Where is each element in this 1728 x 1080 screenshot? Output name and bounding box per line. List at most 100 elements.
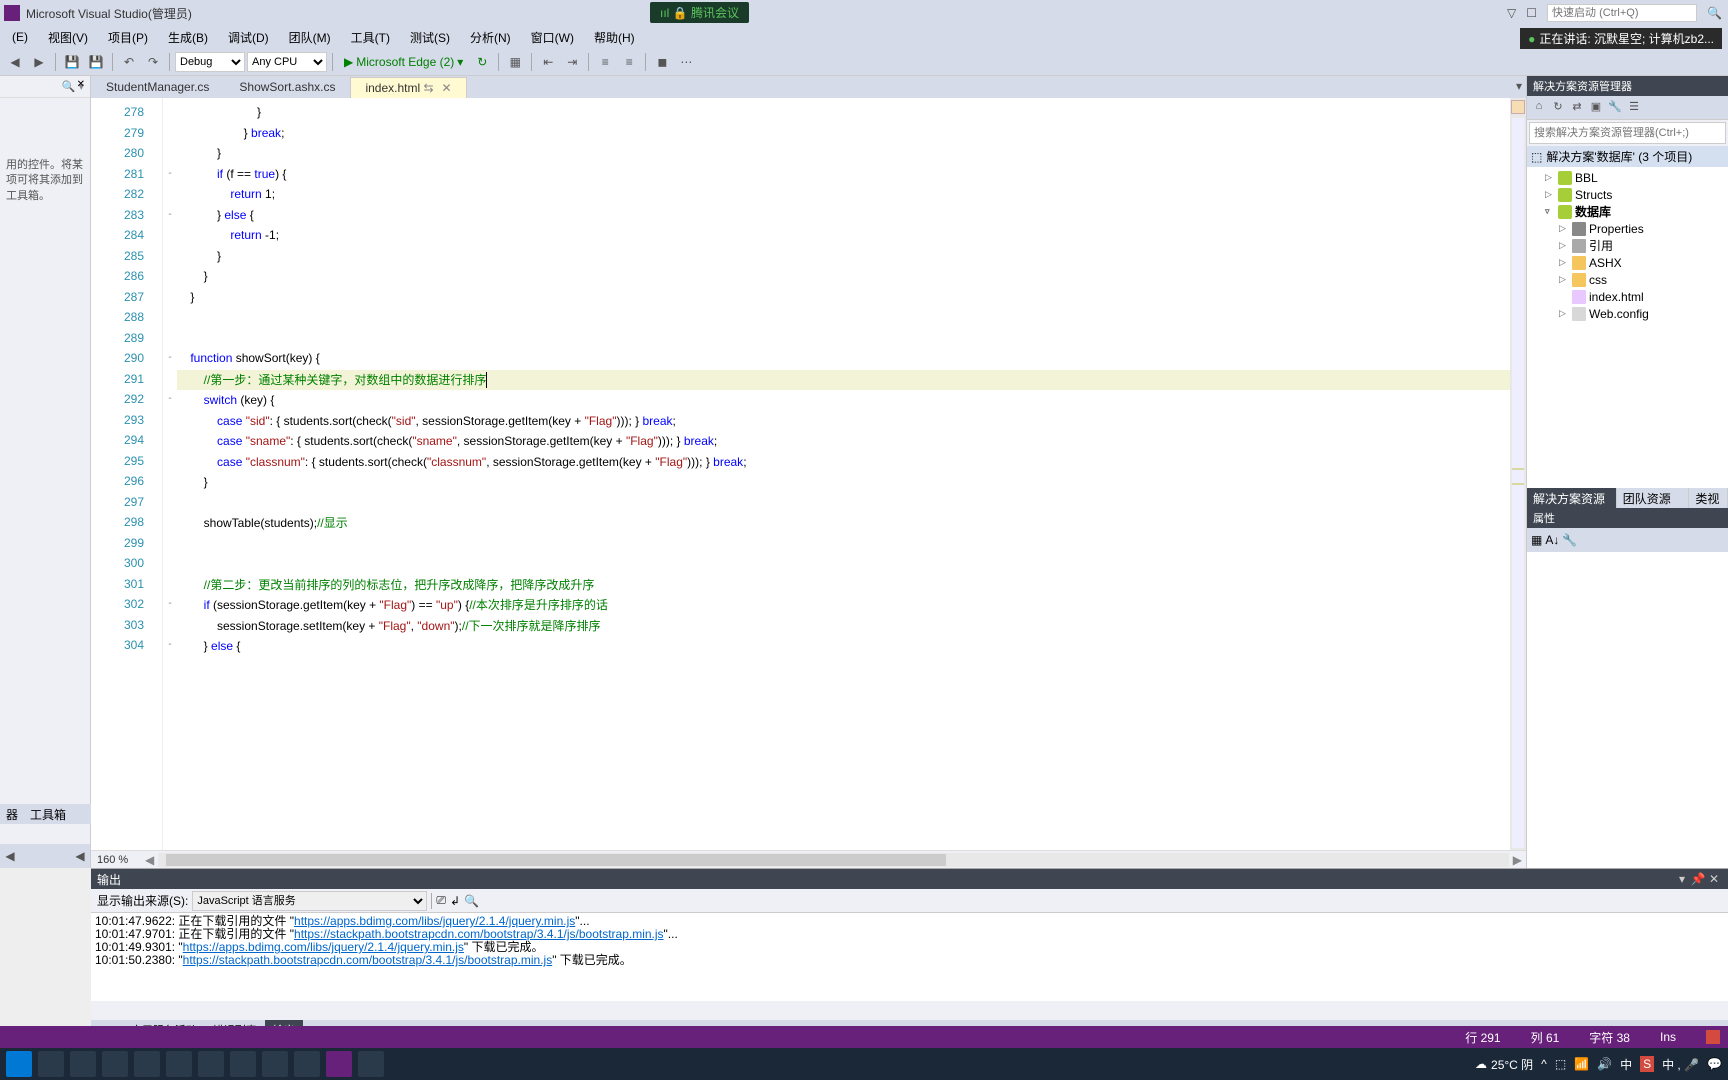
redo-icon[interactable]: ↷ — [142, 51, 164, 73]
start-icon[interactable] — [6, 1051, 32, 1077]
nav-back-icon[interactable]: ◀ — [4, 51, 26, 73]
weather-widget[interactable]: ☁ 25°C 阴 — [1475, 1056, 1533, 1073]
tray-chevron-icon[interactable]: ^ — [1541, 1057, 1547, 1071]
task-icon[interactable] — [102, 1051, 128, 1077]
ime2-icon[interactable]: S — [1640, 1056, 1654, 1072]
menu-item[interactable]: 调试(D) — [220, 27, 277, 48]
fold-gutter[interactable]: ------ — [163, 98, 177, 850]
tree-row[interactable]: ▷Web.config — [1527, 305, 1728, 322]
task-icon[interactable] — [38, 1051, 64, 1077]
menu-item[interactable]: 窗口(W) — [523, 27, 582, 48]
menu-item[interactable]: 工具(T) — [343, 27, 398, 48]
bottom-tab[interactable]: 器 — [0, 804, 24, 824]
task-icon[interactable] — [70, 1051, 96, 1077]
wifi-icon[interactable]: 📶 — [1574, 1057, 1589, 1071]
ime-icon[interactable]: 中 — [1620, 1056, 1632, 1073]
run-button[interactable]: ▶ Microsoft Edge (2) ▾ — [338, 51, 469, 73]
tab-dropdown-icon[interactable]: ▾ — [1516, 79, 1522, 93]
uncomment-icon[interactable]: ≡ — [618, 51, 640, 73]
sync-icon[interactable]: ⇄ — [1569, 100, 1585, 116]
menu-item[interactable]: (E) — [4, 28, 36, 46]
editor-tab[interactable]: StudentManager.cs — [91, 76, 224, 98]
notif-icon[interactable]: 💬 — [1707, 1057, 1722, 1071]
output-body[interactable]: 10:01:47.9622: 正在下载引用的文件 "https://apps.b… — [91, 913, 1728, 1001]
close-icon[interactable]: ✕ — [77, 79, 85, 90]
tool-icon[interactable]: ▦ — [504, 51, 526, 73]
task-icon[interactable] — [134, 1051, 160, 1077]
vertical-scroll-map[interactable] — [1510, 98, 1526, 850]
task-icon[interactable] — [262, 1051, 288, 1077]
nav-fwd-icon[interactable]: ▶ — [28, 51, 50, 73]
panel-tab[interactable]: 类视图 — [1689, 488, 1728, 508]
pin-icon[interactable]: 📌 — [1690, 872, 1706, 886]
status-publish-icon[interactable] — [1706, 1030, 1720, 1044]
code-editor[interactable]: } } break; } if (f == true) { return 1; … — [177, 98, 1510, 850]
wrench-icon[interactable]: 🔧 — [1562, 533, 1577, 547]
solution-search-input[interactable] — [1529, 122, 1726, 144]
menu-item[interactable]: 测试(S) — [402, 27, 458, 48]
undo-icon[interactable]: ↶ — [118, 51, 140, 73]
task-icon[interactable] — [358, 1051, 384, 1077]
search-icon[interactable]: 🔍 — [1707, 6, 1722, 20]
quick-launch-input[interactable] — [1547, 4, 1697, 22]
tab-close-icon[interactable]: ✕ — [442, 81, 452, 95]
menu-item[interactable]: 分析(N) — [462, 27, 519, 48]
tree-row[interactable]: ▷引用 — [1527, 237, 1728, 254]
save-all-icon[interactable]: 💾 — [85, 51, 107, 73]
panel-tab[interactable]: 团队资源管理器 — [1617, 488, 1690, 508]
find-icon[interactable]: 🔍 — [464, 894, 479, 908]
zoom-level[interactable]: 160 % — [91, 854, 141, 866]
editor-tab[interactable]: index.html ⇆✕ — [350, 77, 466, 98]
home-icon[interactable]: ⌂ — [1531, 100, 1547, 116]
tree-row[interactable]: ▷ASHX — [1527, 254, 1728, 271]
ime3-icon[interactable]: 中 , 🎤 — [1662, 1056, 1699, 1073]
task-icon[interactable] — [294, 1051, 320, 1077]
outdent-icon[interactable]: ⇥ — [561, 51, 583, 73]
tree-row[interactable]: ▷css — [1527, 271, 1728, 288]
alpha-icon[interactable]: A↓ — [1545, 533, 1559, 547]
panel-tab[interactable]: 解决方案资源管理器 — [1527, 488, 1617, 508]
horizontal-scrollbar[interactable] — [158, 853, 1509, 867]
solution-tree[interactable]: ▷BBL▷Structs▿数据库▷Properties▷引用▷ASHX▷cssi… — [1527, 167, 1728, 488]
chevron-left-icon[interactable]: ◀ — [0, 849, 20, 863]
tree-row[interactable]: ▿数据库 — [1527, 203, 1728, 220]
menu-item[interactable]: 帮助(H) — [586, 27, 643, 48]
feedback-icon[interactable]: ☐ — [1526, 6, 1537, 20]
dropdown-icon[interactable]: ▾ — [1674, 872, 1690, 886]
categorize-icon[interactable]: ▦ — [1531, 533, 1542, 547]
tree-row[interactable]: ▷Structs — [1527, 186, 1728, 203]
task-icon[interactable] — [230, 1051, 256, 1077]
split-icon[interactable] — [1511, 100, 1525, 114]
tool2-icon[interactable]: ⋯ — [675, 51, 697, 73]
menu-item[interactable]: 生成(B) — [160, 27, 216, 48]
menu-item[interactable]: 视图(V) — [40, 27, 96, 48]
save-icon[interactable]: 💾 — [61, 51, 83, 73]
refresh-icon[interactable]: ↻ — [471, 51, 493, 73]
showall-icon[interactable]: ☰ — [1626, 100, 1642, 116]
task-icon[interactable] — [198, 1051, 224, 1077]
bookmark-icon[interactable]: ◼ — [651, 51, 673, 73]
notification-icon[interactable]: ▽ — [1507, 6, 1516, 20]
tray-icon[interactable]: ⬚ — [1555, 1057, 1566, 1071]
bottom-tab[interactable]: 工具箱 — [24, 804, 72, 824]
volume-icon[interactable]: 🔊 — [1597, 1057, 1612, 1071]
refresh-icon[interactable]: ↻ — [1550, 100, 1566, 116]
tree-row[interactable]: ▷BBL — [1527, 169, 1728, 186]
chevron-right-icon[interactable]: ◀ — [70, 849, 90, 863]
comment-icon[interactable]: ≡ — [594, 51, 616, 73]
output-source-dropdown[interactable]: JavaScript 语言服务 — [192, 891, 427, 911]
meeting-badge[interactable]: ııl 🔒 腾讯会议 — [650, 2, 749, 23]
tree-row[interactable]: ▷Properties — [1527, 220, 1728, 237]
indent-icon[interactable]: ⇤ — [537, 51, 559, 73]
close-icon[interactable]: ✕ — [1706, 872, 1722, 886]
scroll-right-icon[interactable]: ▶ — [1509, 853, 1526, 867]
wrap-icon[interactable]: ↲ — [450, 894, 460, 908]
solution-root[interactable]: ⬚ 解决方案'数据库' (3 个项目) — [1527, 146, 1728, 167]
config-dropdown[interactable]: Debug — [175, 52, 245, 72]
clear-icon[interactable]: ⎚ — [436, 893, 446, 908]
platform-dropdown[interactable]: Any CPU — [247, 52, 327, 72]
scroll-left-icon[interactable]: ◀ — [141, 853, 158, 867]
menu-item[interactable]: 团队(M) — [281, 27, 339, 48]
props-icon[interactable]: 🔧 — [1607, 100, 1623, 116]
editor-tab[interactable]: ShowSort.ashx.cs — [224, 76, 350, 98]
